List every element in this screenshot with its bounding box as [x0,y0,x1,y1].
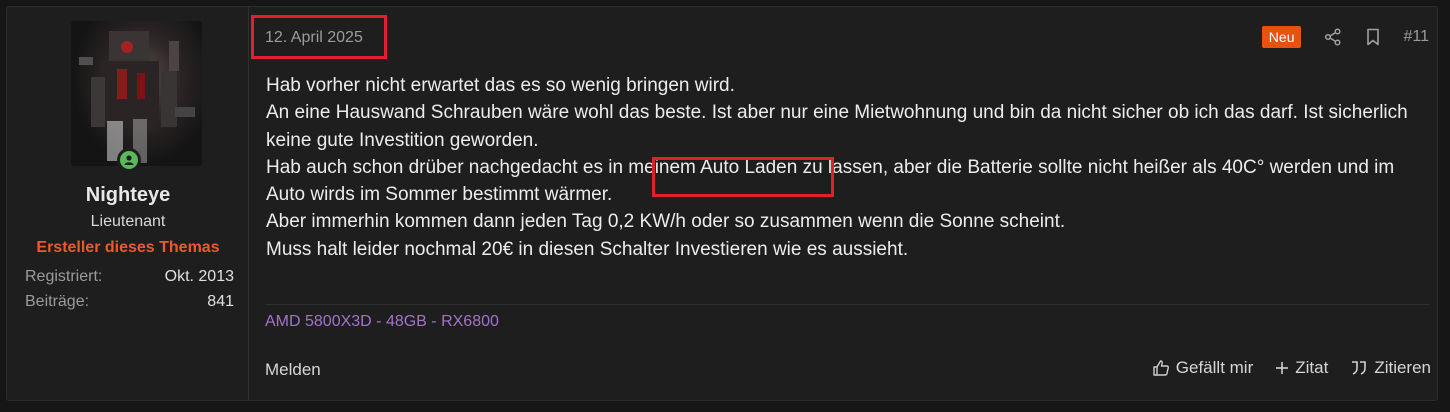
signature: AMD 5800X3D - 48GB - RX6800 [265,313,499,330]
stat-value[interactable]: 841 [207,293,234,311]
post-paragraph: Muss halt leider nochmal 20€ in diesen S… [266,238,909,260]
signature-divider [265,304,1429,305]
bookmark-icon[interactable] [1363,27,1383,47]
post-paragraph: Hab auch schon drüber nachgedacht es in … [266,156,1395,206]
post-number-link[interactable]: #11 [1403,28,1429,46]
like-label: Gefällt mir [1175,358,1254,377]
username[interactable]: Nighteye [7,184,249,207]
post-actions: Neu #11 [1261,25,1429,49]
new-badge: Neu [1261,26,1302,48]
reply-quote-button[interactable]: Zitieren [1350,358,1431,378]
online-status-indicator [117,148,141,172]
stat-label: Registriert: [25,268,103,285]
post-content: Hab vorher nicht erwartet das es so weni… [266,72,1431,263]
highlight-box-text [652,157,834,197]
user-online-icon [124,155,134,165]
thread-starter-label: Ersteller dieses Themas [36,239,220,256]
highlight-box-date [251,15,387,59]
stat-registered: Registriert: Okt. 2013 [25,268,234,286]
post-main: 12. April 2025 Neu #11 Hab vorher nicht … [249,7,1437,400]
thumbs-up-icon [1153,360,1169,376]
post-footer-actions: Gefällt mir Zitat Zitieren [1130,358,1431,378]
user-info-panel: Nighteye Lieutenant Ersteller dieses The… [7,7,249,400]
reply-quote-label: Zitieren [1374,358,1431,377]
quote-add-button[interactable]: Zitat [1275,358,1328,378]
share-icon[interactable] [1323,27,1343,47]
stat-posts: Beiträge: 841 [25,293,234,311]
post-paragraph: Aber immerhin kommen dann jeden Tag 0,2 … [266,211,1066,233]
avatar[interactable] [71,21,202,166]
user-title: Lieutenant [90,213,166,230]
stat-value: Okt. 2013 [164,268,234,285]
forum-post: Nighteye Lieutenant Ersteller dieses The… [6,6,1438,401]
report-link[interactable]: Melden [265,360,321,380]
plus-icon [1276,362,1289,374]
stat-label: Beiträge: [25,293,90,310]
quote-icon [1352,361,1367,375]
post-paragraph: An eine Hauswand Schrauben wäre wohl das… [266,102,1408,151]
like-button[interactable]: Gefällt mir [1152,358,1253,378]
post-paragraph: Hab vorher nicht erwartet das es so weni… [266,75,735,96]
quote-add-label: Zitat [1295,358,1329,377]
